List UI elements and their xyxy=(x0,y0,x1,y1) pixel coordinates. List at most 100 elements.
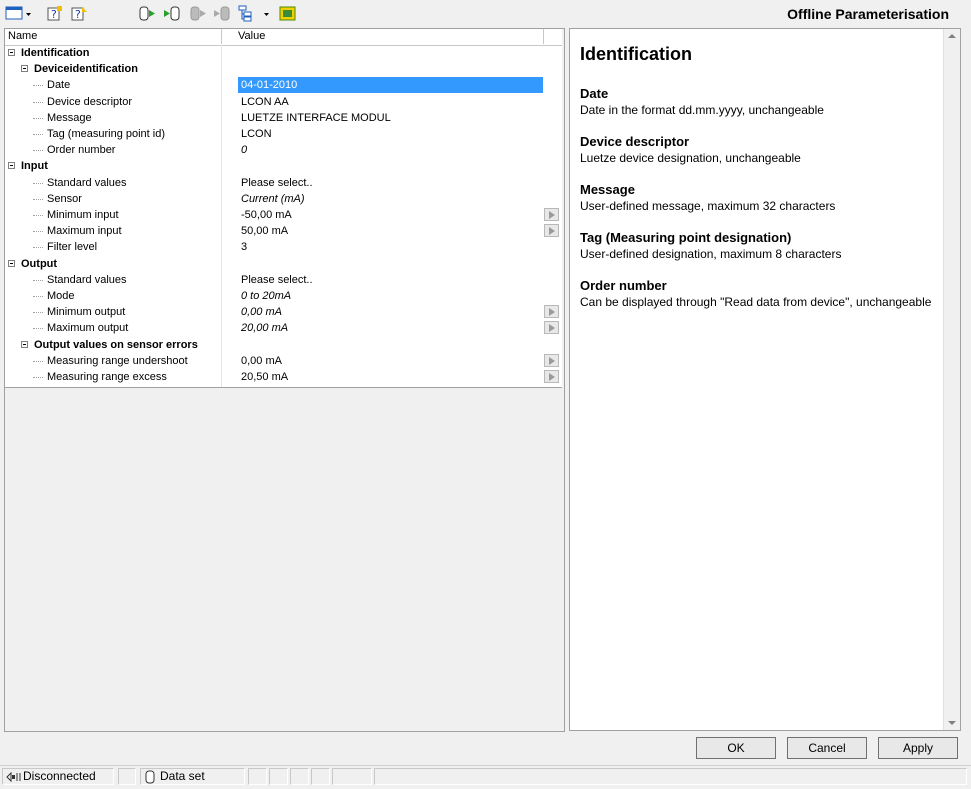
connection-status-text: Disconnected xyxy=(23,769,96,783)
parameter-name: Standard values xyxy=(5,175,221,191)
window-menu-icon[interactable] xyxy=(5,5,31,22)
parameter-value[interactable]: 0,00 mA xyxy=(238,304,543,320)
group-row[interactable]: Deviceidentification xyxy=(5,61,543,77)
parameter-value[interactable]: 20,00 mA xyxy=(238,320,543,336)
collapse-icon[interactable] xyxy=(21,65,28,72)
parameter-value[interactable]: LCON AA xyxy=(238,94,543,110)
parameter-row[interactable]: Standard values Please select.. xyxy=(5,175,543,191)
parameter-grid[interactable]: Name Value Identification Deviceidentific… xyxy=(5,29,562,388)
help-section: Device descriptor Luetze device designati… xyxy=(580,134,940,166)
ok-button[interactable]: OK xyxy=(696,737,776,759)
row-label: Message xyxy=(47,112,92,124)
parameter-row[interactable]: Maximum input 50,00 mA xyxy=(5,223,559,239)
parameter-row[interactable]: Tag (measuring point id) LCON xyxy=(5,126,543,142)
help-context-icon[interactable]: ? xyxy=(70,5,88,22)
group-label: Deviceidentification xyxy=(5,61,221,77)
parameter-value[interactable]: 0 xyxy=(238,142,543,158)
row-label: Mode xyxy=(47,290,75,302)
group-row[interactable]: Output values on sensor errors xyxy=(5,337,543,353)
parameter-name: Mode xyxy=(5,288,221,304)
scroll-down-icon[interactable] xyxy=(948,721,956,725)
parameter-row[interactable]: Date 04-01-2010 xyxy=(5,77,543,93)
parameter-row[interactable]: Filter level 3 xyxy=(5,239,543,255)
page-title: Offline Parameterisation xyxy=(787,6,949,22)
step-arrow-icon[interactable] xyxy=(544,354,559,367)
help-content: Identification Date Date in the format dd… xyxy=(580,43,940,326)
parameter-value[interactable]: LCON xyxy=(238,126,543,142)
parameter-value[interactable]: Please select.. xyxy=(238,272,543,288)
row-label: Tag (measuring point id) xyxy=(47,128,166,140)
help-section: Tag (Measuring point designation) User-de… xyxy=(580,230,940,262)
upload-to-device-icon[interactable] xyxy=(138,5,156,22)
step-arrow-icon[interactable] xyxy=(544,208,559,221)
row-label: Device descriptor xyxy=(47,96,132,108)
scroll-up-icon[interactable] xyxy=(948,34,956,38)
group-label: Output values on sensor errors xyxy=(5,337,221,353)
tree-view-icon[interactable] xyxy=(238,5,269,22)
help-section-title: Device descriptor xyxy=(580,134,690,149)
collapse-icon[interactable] xyxy=(8,260,15,267)
row-label: Measuring range excess xyxy=(47,371,167,383)
parameter-value[interactable]: 0,00 mA xyxy=(238,353,543,369)
parameter-name: Measuring range excess xyxy=(5,369,221,385)
help-section-title: Tag (Measuring point designation) xyxy=(580,230,792,245)
parameter-row[interactable]: Measuring range excess 20,50 mA xyxy=(5,369,559,385)
svg-text:?: ? xyxy=(75,8,81,21)
tree-connector xyxy=(33,296,43,297)
parameter-value[interactable]: 0 to 20mA xyxy=(238,288,543,304)
group-row[interactable]: Identification xyxy=(5,45,543,61)
parameter-row[interactable]: Device descriptor LCON AA xyxy=(5,94,543,110)
apply-button[interactable]: Apply xyxy=(878,737,958,759)
row-label: Minimum input xyxy=(47,209,119,221)
tree-connector xyxy=(33,312,43,313)
cancel-button[interactable]: Cancel xyxy=(787,737,867,759)
dataset-icon xyxy=(145,770,155,784)
parameter-row[interactable]: Standard values Please select.. xyxy=(5,272,543,288)
parameter-value[interactable]: Current (mA) xyxy=(238,191,543,207)
group-row[interactable]: Input xyxy=(5,158,543,174)
parameter-row[interactable]: Sensor Current (mA) xyxy=(5,191,543,207)
parameter-value[interactable]: 20,50 mA xyxy=(238,369,543,385)
parameter-row[interactable]: Measuring range undershoot 0,00 mA xyxy=(5,353,559,369)
parameter-row[interactable]: Maximum output 20,00 mA xyxy=(5,320,559,336)
download-from-device-icon[interactable] xyxy=(163,5,181,22)
parameter-value[interactable]: -50,00 mA xyxy=(238,207,543,223)
parameter-value[interactable]: 3 xyxy=(238,239,543,255)
group-row[interactable]: Output xyxy=(5,256,543,272)
collapse-icon[interactable] xyxy=(21,341,28,348)
help-scrollbar[interactable] xyxy=(943,29,960,730)
collapse-icon[interactable] xyxy=(8,162,15,169)
step-arrow-icon[interactable] xyxy=(544,305,559,318)
help-topic-icon[interactable]: ? xyxy=(46,5,64,22)
parameter-row[interactable]: Mode 0 to 20mA xyxy=(5,288,543,304)
status-cell xyxy=(332,768,372,785)
parameter-row[interactable]: Minimum input -50,00 mA xyxy=(5,207,559,223)
tree-connector xyxy=(33,134,43,135)
help-section: Date Date in the format dd.mm.yyyy, uncha… xyxy=(580,86,940,118)
parameter-value[interactable]: 04-01-2010 xyxy=(238,77,543,93)
row-label: Order number xyxy=(47,144,116,156)
row-label: Output values on sensor errors xyxy=(34,339,198,351)
column-header-name[interactable]: Name xyxy=(5,29,222,44)
group-label: Output xyxy=(5,256,221,272)
parameter-value[interactable]: LUETZE INTERFACE MODUL xyxy=(238,110,543,126)
row-label: Minimum output xyxy=(47,306,126,318)
status-cell xyxy=(269,768,288,785)
parameter-name: Maximum input xyxy=(5,223,221,239)
collapse-icon[interactable] xyxy=(8,49,15,56)
parameter-value[interactable]: 50,00 mA xyxy=(238,223,543,239)
status-cell xyxy=(290,768,309,785)
parameter-row[interactable]: Order number 0 xyxy=(5,142,543,158)
column-header-value[interactable]: Value xyxy=(235,29,544,44)
parameter-value[interactable]: Please select.. xyxy=(238,175,543,191)
step-arrow-icon[interactable] xyxy=(544,224,559,237)
group-label: Input xyxy=(5,158,221,174)
parameter-row[interactable]: Minimum output 0,00 mA xyxy=(5,304,559,320)
step-arrow-icon[interactable] xyxy=(544,370,559,383)
step-arrow-icon[interactable] xyxy=(544,321,559,334)
tree-connector xyxy=(33,183,43,184)
parameter-name: Filter level xyxy=(5,239,221,255)
device-info-icon[interactable] xyxy=(279,5,297,22)
row-label: Input xyxy=(21,160,48,172)
parameter-row[interactable]: Message LUETZE INTERFACE MODUL xyxy=(5,110,543,126)
